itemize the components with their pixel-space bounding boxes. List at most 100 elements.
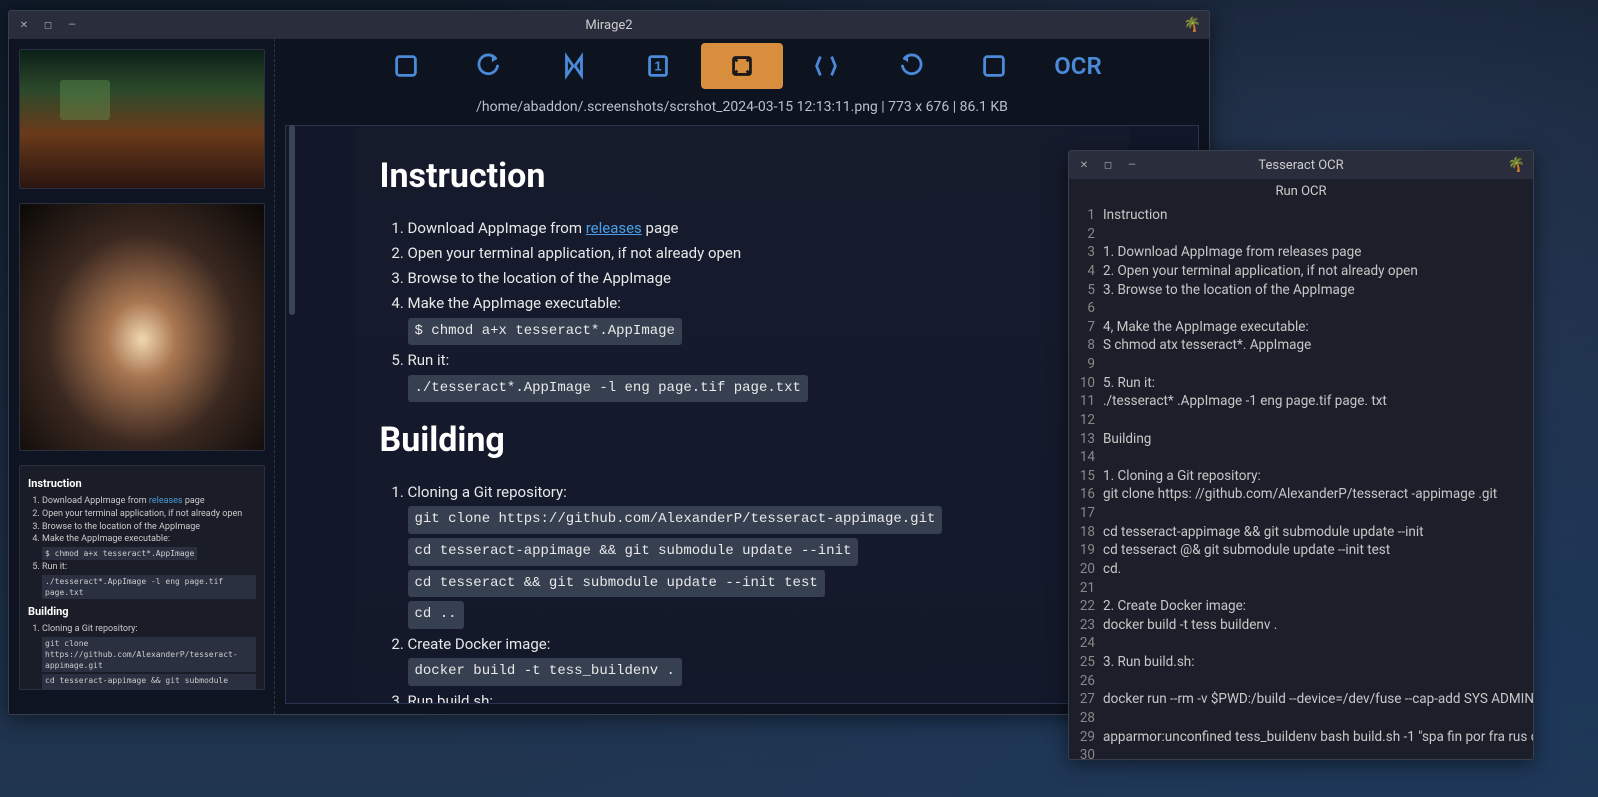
ocr-line[interactable]: 9 [1069,355,1533,374]
ocr-line[interactable]: 22 2. Create Docker image: [1069,597,1533,616]
ocr-line[interactable]: 27docker run --rm -v $PWD:/build --devic… [1069,690,1533,709]
minimize-icon[interactable]: — [1125,158,1139,172]
line-number: 1 [1075,206,1095,225]
ocr-line[interactable]: 19 cd tesseract @& git submodule update -… [1069,541,1533,560]
ocr-line[interactable]: 16git clone https: //github.com/Alexande… [1069,485,1533,504]
ocr-text: 2. Open your terminal application, if no… [1103,262,1418,281]
run-ocr-button[interactable]: Run OCR [1069,179,1533,204]
zoom-100-button[interactable]: 1 [617,43,699,89]
line-number: 17 [1075,504,1095,523]
list-item: Run it:./tesseract*.AppImage -l eng page… [408,349,1105,404]
ocr-text: cd tesseract-appimage && git submodule u… [1103,523,1424,542]
maximize-icon[interactable]: ◻ [41,18,55,32]
ocr-line[interactable]: 6 [1069,299,1533,318]
line-number: 2 [1075,225,1095,244]
ocr-line[interactable]: 21 [1069,579,1533,598]
ocr-output-area[interactable]: 1Instruction231. Download AppImage from … [1069,204,1533,759]
thumbnail-1[interactable] [19,49,265,189]
line-number: 13 [1075,430,1095,449]
scrollbar-thumb[interactable] [289,125,295,315]
line-number: 9 [1075,355,1095,374]
palm-tree-icon: 🌴 [1184,17,1201,33]
ocr-text: cd tesseract @& git submodule update --i… [1103,541,1390,560]
image-viewer[interactable]: Instruction Download AppImage from relea… [285,125,1199,704]
ocr-line[interactable]: 151. Cloning a Git repository: [1069,467,1533,486]
fit-window-button[interactable] [701,43,783,89]
ocr-text: 5. Run it: [1103,374,1155,393]
displayed-image-content: Instruction Download AppImage from relea… [356,126,1129,704]
main-titlebar[interactable]: ✕ ◻ — Mirage2 🌴 [9,11,1209,39]
line-number: 30 [1075,746,1095,759]
close-icon[interactable]: ✕ [1077,158,1091,172]
ocr-line[interactable]: 23 docker build -t tess buildenv . [1069,616,1533,635]
ocr-line[interactable]: 12 [1069,411,1533,430]
line-number: 14 [1075,448,1095,467]
line-number: 8 [1075,336,1095,355]
rotate-left-button[interactable] [449,43,531,89]
ocr-text: Building [1103,430,1151,449]
ocr-line[interactable]: 1Instruction [1069,206,1533,225]
ocr-line[interactable]: 28 [1069,709,1533,728]
fit-width-button[interactable] [785,43,867,89]
minimize-icon[interactable]: — [65,18,79,32]
ocr-text: 3. Run build.sh: [1103,653,1195,672]
thumbnail-3-selected[interactable]: Instruction Download AppImage from relea… [19,465,265,690]
mirage2-window: ✕ ◻ — Mirage2 🌴 Instruction Download App… [8,10,1210,715]
ocr-titlebar[interactable]: ✕ ◻ — Tesseract OCR 🌴 [1069,151,1533,179]
list-item: Make the AppImage executable:$ chmod a+x… [408,292,1105,347]
line-number: 21 [1075,579,1095,598]
ocr-line[interactable]: 53. Browse to the location of the AppIma… [1069,281,1533,300]
ocr-line[interactable]: 26 [1069,672,1533,691]
rotate-right-button[interactable] [869,43,951,89]
ocr-line[interactable]: 18 cd tesseract-appimage && git submodule… [1069,523,1533,542]
ocr-text: 2. Create Docker image: [1103,597,1246,616]
ocr-line[interactable]: 25 3. Run build.sh: [1069,653,1533,672]
maximize-icon[interactable]: ◻ [1101,158,1115,172]
ocr-text: 1. Cloning a Git repository: [1103,467,1261,486]
ocr-line[interactable]: 42. Open your terminal application, if n… [1069,262,1533,281]
ocr-text: docker build -t tess buildenv . [1103,616,1277,635]
line-number: 19 [1075,541,1095,560]
thumbnail-2[interactable] [19,203,265,451]
ocr-line[interactable]: 29 apparmor:unconfined tess_buildenv bash… [1069,728,1533,747]
window-title: Mirage2 [585,18,632,33]
line-number: 24 [1075,634,1095,653]
releases-link[interactable]: releases [586,219,642,237]
ocr-button[interactable]: OCR [1037,43,1119,89]
line-number: 25 [1075,653,1095,672]
ocr-line[interactable]: 14 [1069,448,1533,467]
line-number: 23 [1075,616,1095,635]
ocr-line[interactable]: 24 [1069,634,1533,653]
svg-text:1: 1 [654,59,661,74]
zoom-in-button[interactable] [953,43,1035,89]
ocr-line[interactable]: 8S chmod atx tesseract*. AppImage [1069,336,1533,355]
ocr-line[interactable]: 17 [1069,504,1533,523]
line-number: 29 [1075,728,1095,747]
line-number: 18 [1075,523,1095,542]
ocr-line[interactable]: 30 [1069,746,1533,759]
line-number: 20 [1075,560,1095,579]
line-number: 22 [1075,597,1095,616]
ocr-line[interactable]: 11./tesseract* .AppImage -1 eng page.tif… [1069,392,1533,411]
flip-horizontal-button[interactable] [533,43,615,89]
ocr-line[interactable]: 2 [1069,225,1533,244]
list-item: Cloning a Git repository: git clone http… [408,481,1105,631]
list-item: Download AppImage from releases page [408,217,1105,240]
ocr-line[interactable]: 13 Building [1069,430,1533,449]
line-number: 16 [1075,485,1095,504]
ocr-text: apparmor:unconfined tess_buildenv bash b… [1103,728,1533,747]
zoom-out-button[interactable] [365,43,447,89]
list-item: Browse to the location of the AppImage [408,267,1105,290]
ocr-line[interactable]: 10 5. Run it: [1069,374,1533,393]
ocr-line[interactable]: 74, Make the AppImage executable: [1069,318,1533,337]
line-number: 7 [1075,318,1095,337]
ocr-line[interactable]: 31. Download AppImage from releases page [1069,243,1533,262]
line-number: 10 [1075,374,1095,393]
ocr-line[interactable]: 20cd. [1069,560,1533,579]
line-number: 26 [1075,672,1095,691]
list-item: Create Docker image:docker build -t tess… [408,633,1105,688]
thumbnail-sidebar[interactable]: Instruction Download AppImage from relea… [9,39,275,714]
doc-heading-building: Building [380,414,1105,467]
close-icon[interactable]: ✕ [17,18,31,32]
status-bar: /home/abaddon/.screenshots/scrshot_2024-… [275,93,1209,125]
